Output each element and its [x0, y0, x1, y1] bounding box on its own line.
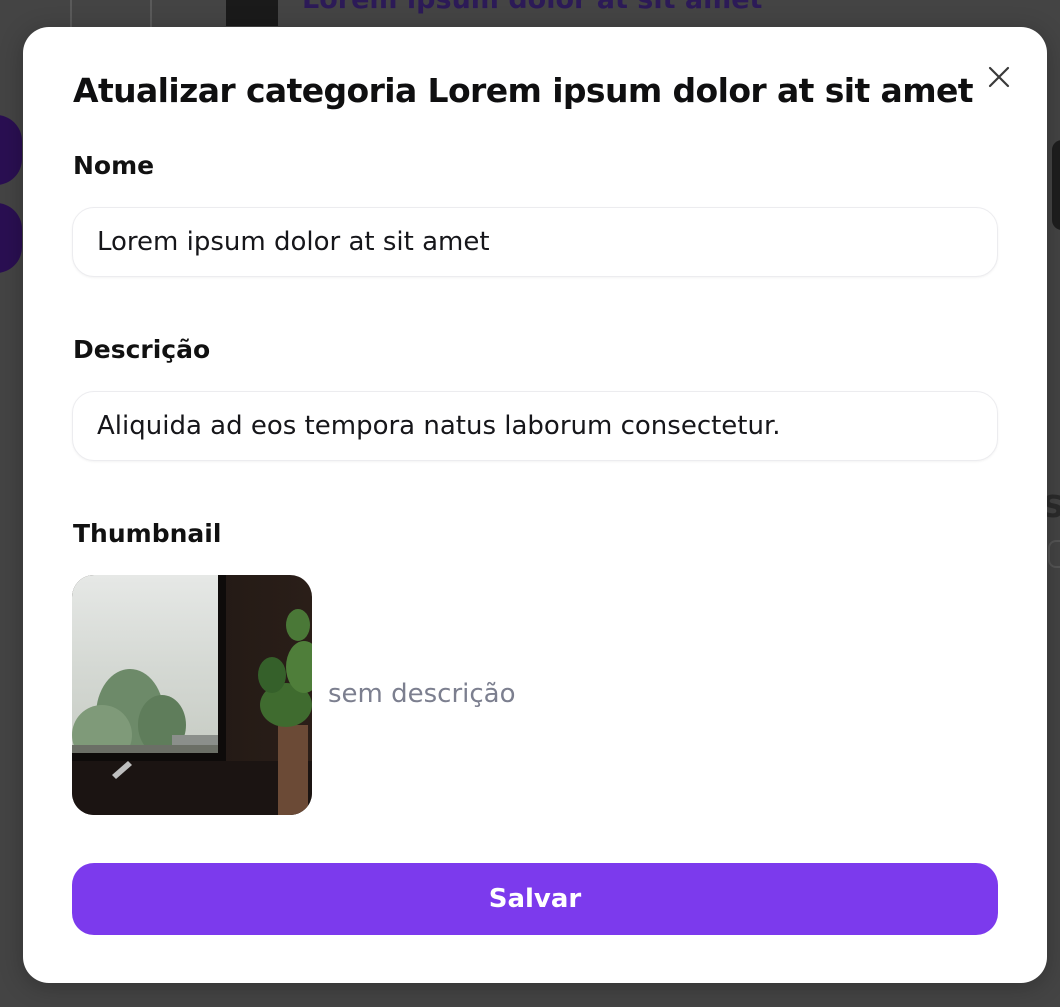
background-element: [1048, 540, 1060, 568]
name-label: Nome: [73, 151, 155, 180]
background-avatar: [0, 203, 22, 273]
save-button[interactable]: Salvar: [72, 863, 998, 935]
background-element: [1052, 140, 1060, 230]
name-field[interactable]: [72, 207, 998, 277]
thumbnail-label: Thumbnail: [73, 519, 222, 548]
close-button[interactable]: [985, 63, 1013, 91]
background-title: Lorem ipsum dolor at sit amet: [302, 0, 762, 15]
description-label: Descrição: [73, 335, 211, 364]
background-avatar: [0, 115, 22, 185]
close-icon: [988, 66, 1010, 88]
description-field[interactable]: [72, 391, 998, 461]
update-category-modal: Atualizar categoria Lorem ipsum dolor at…: [23, 27, 1047, 983]
thumbnail-photo: [72, 575, 312, 815]
background-thumbnail: [226, 0, 278, 26]
thumbnail-image[interactable]: [72, 575, 312, 815]
thumbnail-caption: sem descrição: [328, 679, 516, 709]
modal-title: Atualizar categoria Lorem ipsum dolor at…: [73, 71, 974, 110]
